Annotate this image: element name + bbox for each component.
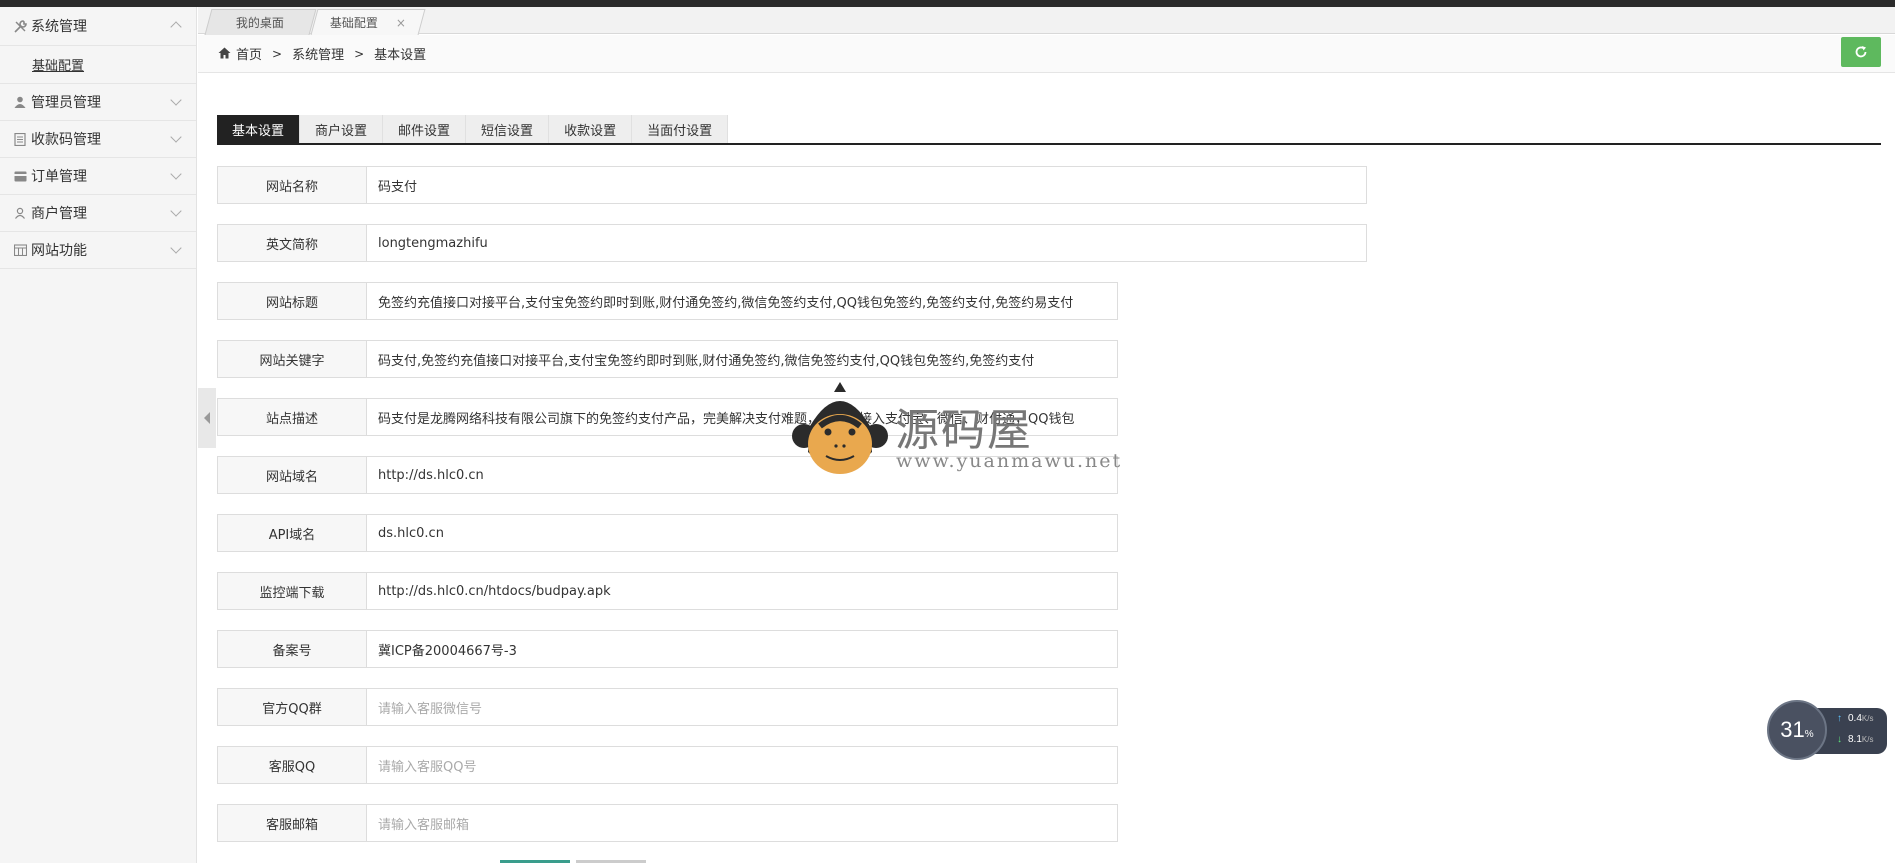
field-label: 客服邮箱: [217, 804, 367, 842]
sidebar-item-system[interactable]: 系统管理: [0, 7, 196, 46]
site-name-input[interactable]: 码支付: [367, 166, 1367, 204]
tab-label: 基础配置: [329, 16, 378, 30]
field-label: 监控端下载: [217, 572, 367, 610]
sidebar-item-label: 收款码管理: [31, 132, 101, 148]
form-row-english-name: 英文简称 longtengmazhifu: [217, 224, 1367, 262]
sidebar-item-qrcode[interactable]: 收款码管理: [0, 121, 196, 158]
sidebar-item-label: 商户管理: [31, 206, 87, 222]
field-label: 客服QQ: [217, 746, 367, 784]
breadcrumb-separator: >: [272, 46, 283, 61]
upload-speed: ↑ 0.4K/s: [1837, 713, 1874, 724]
service-qq-input[interactable]: 请输入客服QQ号: [367, 746, 1118, 784]
form-row-domain: 网站域名 http://ds.hlc0.cn: [217, 456, 1367, 494]
field-label: 网站标题: [217, 282, 367, 320]
network-speed-widget[interactable]: 31% ↑ 0.4K/s ↓ 8.1K/s: [1767, 700, 1887, 762]
field-label: API域名: [217, 514, 367, 552]
sidebar: 系统管理 基础配置 管理员管理 收款码管理 订单管理 商户管理 网站功能: [0, 7, 197, 863]
home-icon: [218, 47, 232, 61]
sidebar-subitem-basic-config[interactable]: 基础配置: [0, 46, 196, 84]
qq-group-input[interactable]: 请输入客服微信号: [367, 688, 1118, 726]
field-label: 网站域名: [217, 456, 367, 494]
form-row-icp: 备案号 冀ICP备20004667号-3: [217, 630, 1367, 668]
page-tab-bar: 我的桌面 基础配置 ×: [198, 7, 1895, 35]
sidebar-item-label: 订单管理: [31, 169, 87, 185]
document-icon: [13, 132, 27, 146]
sidebar-item-site-functions[interactable]: 网站功能: [0, 232, 196, 269]
chevron-up-icon: [170, 21, 182, 33]
sidebar-subitem-label: 基础配置: [32, 59, 85, 74]
chevron-left-icon: [204, 412, 210, 424]
form-row-monitor-download: 监控端下载 http://ds.hlc0.cn/htdocs/budpay.ap…: [217, 572, 1367, 610]
description-input[interactable]: 码支付是龙腾网络科技有限公司旗下的免签约支付产品，完美解决支付难题，一站式接入支…: [367, 398, 1118, 436]
tab-f2f-settings[interactable]: 当面付设置: [632, 115, 729, 143]
tab-basic-settings[interactable]: 基本设置: [217, 115, 301, 143]
usage-percent: 31%: [1780, 717, 1814, 742]
form-row-api-domain: API域名 ds.hlc0.cn: [217, 514, 1367, 552]
cpu-usage-circle: 31%: [1767, 700, 1827, 760]
domain-input[interactable]: http://ds.hlc0.cn: [367, 456, 1118, 494]
field-label: 网站关键字: [217, 340, 367, 378]
icp-input[interactable]: 冀ICP备20004667号-3: [367, 630, 1118, 668]
settings-tabs: 基本设置 商户设置 邮件设置 短信设置 收款设置 当面付设置: [217, 115, 1881, 145]
chevron-down-icon: [170, 205, 182, 217]
field-label: 英文简称: [217, 224, 367, 262]
breadcrumb: 首页 > 系统管理 > 基本设置: [198, 35, 1895, 73]
tab-basic-config[interactable]: 基础配置 ×: [310, 9, 426, 35]
form-row-site-name: 网站名称 码支付: [217, 166, 1367, 204]
monitor-download-input[interactable]: http://ds.hlc0.cn/htdocs/budpay.apk: [367, 572, 1118, 610]
tab-payment-settings[interactable]: 收款设置: [549, 115, 633, 143]
tab-merchant-settings[interactable]: 商户设置: [300, 115, 384, 143]
user-icon: [13, 95, 27, 109]
arrow-up-icon: ↑: [1837, 713, 1842, 724]
keywords-input[interactable]: 码支付,免签约充值接口对接平台,支付宝免签约即时到账,财付通免签约,微信免签约支…: [367, 340, 1118, 378]
sidebar-item-orders[interactable]: 订单管理: [0, 158, 196, 195]
tab-sms-settings[interactable]: 短信设置: [466, 115, 550, 143]
tab-my-desktop[interactable]: 我的桌面: [204, 9, 317, 35]
service-email-input[interactable]: 请输入客服邮箱: [367, 804, 1118, 842]
breadcrumb-current: 基本设置: [374, 48, 427, 63]
chevron-down-icon: [170, 131, 182, 143]
tab-email-settings[interactable]: 邮件设置: [383, 115, 467, 143]
sidebar-item-label: 管理员管理: [31, 95, 101, 111]
site-title-input[interactable]: 免签约充值接口对接平台,支付宝免签约即时到账,财付通免签约,微信免签约支付,QQ…: [367, 282, 1118, 320]
form-row-service-qq: 客服QQ 请输入客服QQ号: [217, 746, 1367, 784]
arrow-down-icon: ↓: [1837, 734, 1842, 745]
download-speed: ↓ 8.1K/s: [1837, 734, 1874, 745]
form-row-description: 站点描述 码支付是龙腾网络科技有限公司旗下的免签约支付产品，完美解决支付难题，一…: [217, 398, 1367, 436]
calendar-icon: [13, 243, 27, 257]
person-icon: [13, 206, 27, 220]
card-icon: [13, 169, 27, 183]
field-label: 官方QQ群: [217, 688, 367, 726]
refresh-icon: [1855, 46, 1867, 58]
top-dark-bar: [0, 0, 1895, 7]
api-domain-input[interactable]: ds.hlc0.cn: [367, 514, 1118, 552]
sidebar-item-label: 网站功能: [31, 243, 87, 259]
form-row-site-title: 网站标题 免签约充值接口对接平台,支付宝免签约即时到账,财付通免签约,微信免签约…: [217, 282, 1367, 320]
sidebar-item-label: 系统管理: [31, 19, 87, 35]
chevron-down-icon: [170, 94, 182, 106]
sidebar-item-merchants[interactable]: 商户管理: [0, 195, 196, 232]
chevron-down-icon: [170, 242, 182, 254]
sidebar-collapse-handle[interactable]: [198, 388, 216, 448]
breadcrumb-home[interactable]: 首页: [236, 44, 262, 63]
field-label: 站点描述: [217, 398, 367, 436]
sidebar-item-admin[interactable]: 管理员管理: [0, 84, 196, 121]
form-row-keywords: 网站关键字 码支付,免签约充值接口对接平台,支付宝免签约即时到账,财付通免签约,…: [217, 340, 1367, 378]
breadcrumb-separator: >: [354, 46, 365, 61]
field-label: 网站名称: [217, 166, 367, 204]
form-row-service-email: 客服邮箱 请输入客服邮箱: [217, 804, 1367, 842]
close-icon[interactable]: ×: [396, 16, 406, 30]
refresh-button[interactable]: [1841, 37, 1881, 67]
settings-form: 网站名称 码支付 英文简称 longtengmazhifu 网站标题 免签约充值…: [217, 166, 1367, 862]
breadcrumb-level1[interactable]: 系统管理: [292, 44, 344, 63]
form-row-qq-group: 官方QQ群 请输入客服微信号: [217, 688, 1367, 726]
english-name-input[interactable]: longtengmazhifu: [367, 224, 1367, 262]
field-label: 备案号: [217, 630, 367, 668]
wrench-icon: [13, 19, 27, 33]
tab-label: 我的桌面: [236, 16, 285, 30]
chevron-down-icon: [170, 168, 182, 180]
